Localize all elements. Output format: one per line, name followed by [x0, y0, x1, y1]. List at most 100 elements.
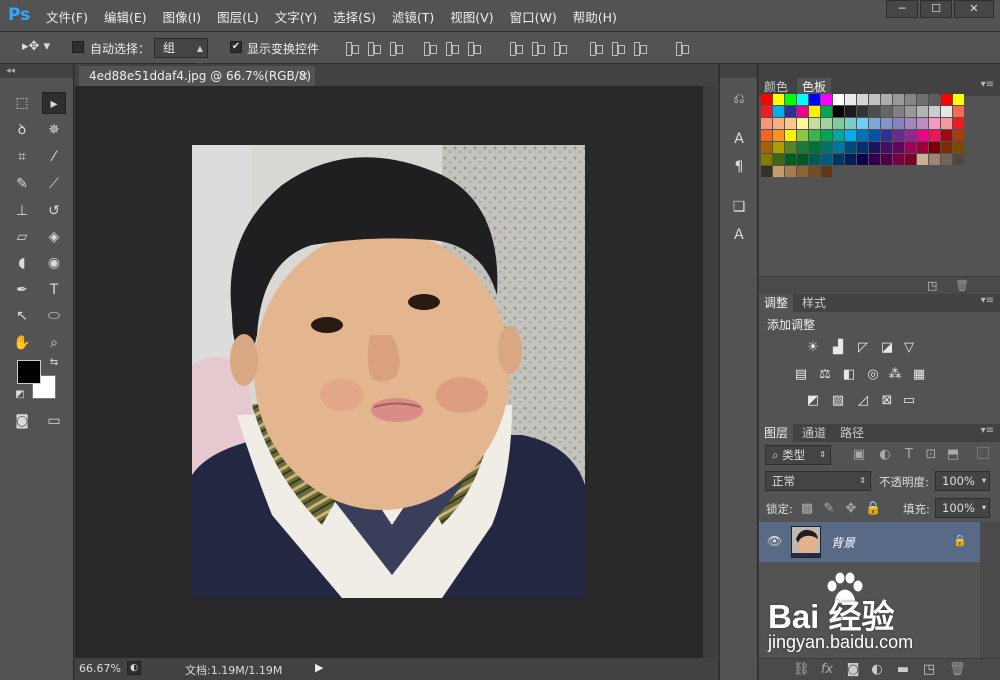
- vibrance-icon[interactable]: ▽: [901, 340, 917, 356]
- brush-tool-icon[interactable]: ⟋: [42, 173, 66, 195]
- exposure-icon[interactable]: ◪: [879, 340, 895, 356]
- color-swatch[interactable]: [773, 118, 784, 129]
- color-swatch[interactable]: [833, 142, 844, 153]
- menu-layer[interactable]: 图层(L): [217, 7, 259, 26]
- color-swatch[interactable]: [845, 142, 856, 153]
- color-swatch[interactable]: [905, 106, 916, 117]
- color-swatch[interactable]: [809, 130, 820, 141]
- move-tool-preset-icon[interactable]: ▸✥ ▾: [22, 39, 60, 57]
- color-swatch[interactable]: [917, 106, 928, 117]
- color-swatch[interactable]: [881, 154, 892, 165]
- color-swatch[interactable]: [809, 142, 820, 153]
- show-transform-checkbox[interactable]: ✔: [230, 41, 242, 53]
- filter-shape-icon[interactable]: ⊡: [923, 447, 939, 463]
- type-tool-icon[interactable]: T: [42, 279, 66, 301]
- color-swatch[interactable]: [833, 118, 844, 129]
- layer-filter-kind-dropdown[interactable]: ⌕ 类型 ⇕: [765, 445, 831, 465]
- color-swatch[interactable]: [773, 130, 784, 141]
- color-swatch[interactable]: [809, 166, 820, 177]
- color-swatch[interactable]: [797, 130, 808, 141]
- layer-style-fx-icon[interactable]: fx: [819, 662, 835, 678]
- color-swatch[interactable]: [761, 142, 772, 153]
- color-swatch[interactable]: [953, 154, 964, 165]
- color-swatch[interactable]: [785, 106, 796, 117]
- tab-layers[interactable]: 图层: [759, 424, 794, 442]
- eyedropper-tool-icon[interactable]: ⁄: [42, 146, 66, 168]
- color-swatch[interactable]: [941, 142, 952, 153]
- color-swatch[interactable]: [857, 154, 868, 165]
- move-tool-icon[interactable]: ▸: [42, 92, 66, 114]
- paint-bucket-tool-icon[interactable]: ◈: [42, 226, 66, 248]
- color-swatch[interactable]: [845, 154, 856, 165]
- color-swatch[interactable]: [833, 106, 844, 117]
- menu-type[interactable]: 文字(Y): [275, 7, 317, 26]
- color-swatch[interactable]: [821, 142, 832, 153]
- character-styles-icon[interactable]: Ａ: [727, 224, 751, 246]
- default-colors-icon[interactable]: ◩: [8, 384, 32, 406]
- menu-select[interactable]: 选择(S): [333, 7, 376, 26]
- color-swatch[interactable]: [881, 94, 892, 105]
- color-swatch[interactable]: [809, 154, 820, 165]
- color-swatch[interactable]: [797, 142, 808, 153]
- filter-smart-object-icon[interactable]: ⬒: [945, 447, 961, 463]
- color-swatch[interactable]: [785, 94, 796, 105]
- new-group-icon[interactable]: ▬: [895, 662, 911, 678]
- color-swatch[interactable]: [881, 118, 892, 129]
- color-swatch[interactable]: [905, 154, 916, 165]
- color-swatch[interactable]: [797, 106, 808, 117]
- color-swatch[interactable]: [857, 106, 868, 117]
- lock-position-icon[interactable]: ✥: [843, 501, 859, 517]
- color-swatch[interactable]: [917, 142, 928, 153]
- color-lookup-icon[interactable]: ▦: [911, 367, 927, 383]
- menu-file[interactable]: 文件(F): [46, 7, 88, 26]
- align-bottom-icon[interactable]: [388, 40, 404, 56]
- lock-image-icon[interactable]: ✎: [821, 501, 837, 517]
- color-swatch[interactable]: [869, 142, 880, 153]
- color-swatch[interactable]: [953, 94, 964, 105]
- ellipse-tool-icon[interactable]: ⬭: [42, 305, 66, 327]
- color-swatch[interactable]: [857, 142, 868, 153]
- levels-icon[interactable]: ▟: [830, 340, 846, 356]
- character-panel-icon[interactable]: A: [727, 128, 751, 150]
- dodge-tool-icon[interactable]: ◉: [42, 252, 66, 274]
- panels-collapse-bar[interactable]: [759, 64, 1000, 78]
- align-vcenter-icon[interactable]: [366, 40, 382, 56]
- new-layer-icon[interactable]: ◳: [921, 662, 937, 678]
- color-swatch[interactable]: [821, 106, 832, 117]
- menu-edit[interactable]: 编辑(E): [104, 7, 147, 26]
- magic-wand-tool-icon[interactable]: ✵: [42, 119, 66, 141]
- color-swatch[interactable]: [941, 154, 952, 165]
- color-swatch[interactable]: [917, 118, 928, 129]
- menu-window[interactable]: 窗口(W): [510, 7, 557, 26]
- auto-select-checkbox[interactable]: [72, 41, 84, 53]
- tab-paths[interactable]: 路径: [835, 424, 869, 442]
- color-swatch[interactable]: [785, 154, 796, 165]
- align-left-icon[interactable]: [422, 40, 438, 56]
- color-swatch[interactable]: [929, 130, 940, 141]
- color-swatch[interactable]: [941, 130, 952, 141]
- lock-transparent-icon[interactable]: ▩: [799, 501, 815, 517]
- swap-colors-icon[interactable]: ⇆: [42, 352, 66, 374]
- pen-tool-icon[interactable]: ✒: [10, 279, 34, 301]
- add-mask-icon[interactable]: ◙: [845, 662, 861, 678]
- layer-row-background[interactable]: 👁 背景 🔒: [759, 522, 980, 562]
- color-swatch[interactable]: [857, 94, 868, 105]
- lock-all-icon[interactable]: 🔒: [865, 501, 881, 517]
- posterize-icon[interactable]: ▨: [830, 393, 846, 409]
- color-swatch[interactable]: [761, 106, 772, 117]
- vertical-scrollbar[interactable]: [703, 86, 718, 658]
- panel-menu-icon[interactable]: ▾≡: [981, 295, 994, 306]
- panel-menu-icon[interactable]: ▾≡: [981, 425, 994, 436]
- color-swatch[interactable]: [869, 118, 880, 129]
- color-swatch[interactable]: [869, 106, 880, 117]
- brightness-contrast-icon[interactable]: ☀: [805, 340, 821, 356]
- color-swatch[interactable]: [833, 130, 844, 141]
- tools-panel-header[interactable]: ◂◂: [0, 64, 73, 78]
- color-swatch[interactable]: [845, 130, 856, 141]
- gradient-map-icon[interactable]: ▭: [901, 393, 917, 409]
- close-tab-icon[interactable]: ×: [299, 66, 309, 86]
- color-swatch[interactable]: [761, 154, 772, 165]
- color-swatch[interactable]: [845, 106, 856, 117]
- color-swatch[interactable]: [941, 118, 952, 129]
- color-swatch[interactable]: [821, 94, 832, 105]
